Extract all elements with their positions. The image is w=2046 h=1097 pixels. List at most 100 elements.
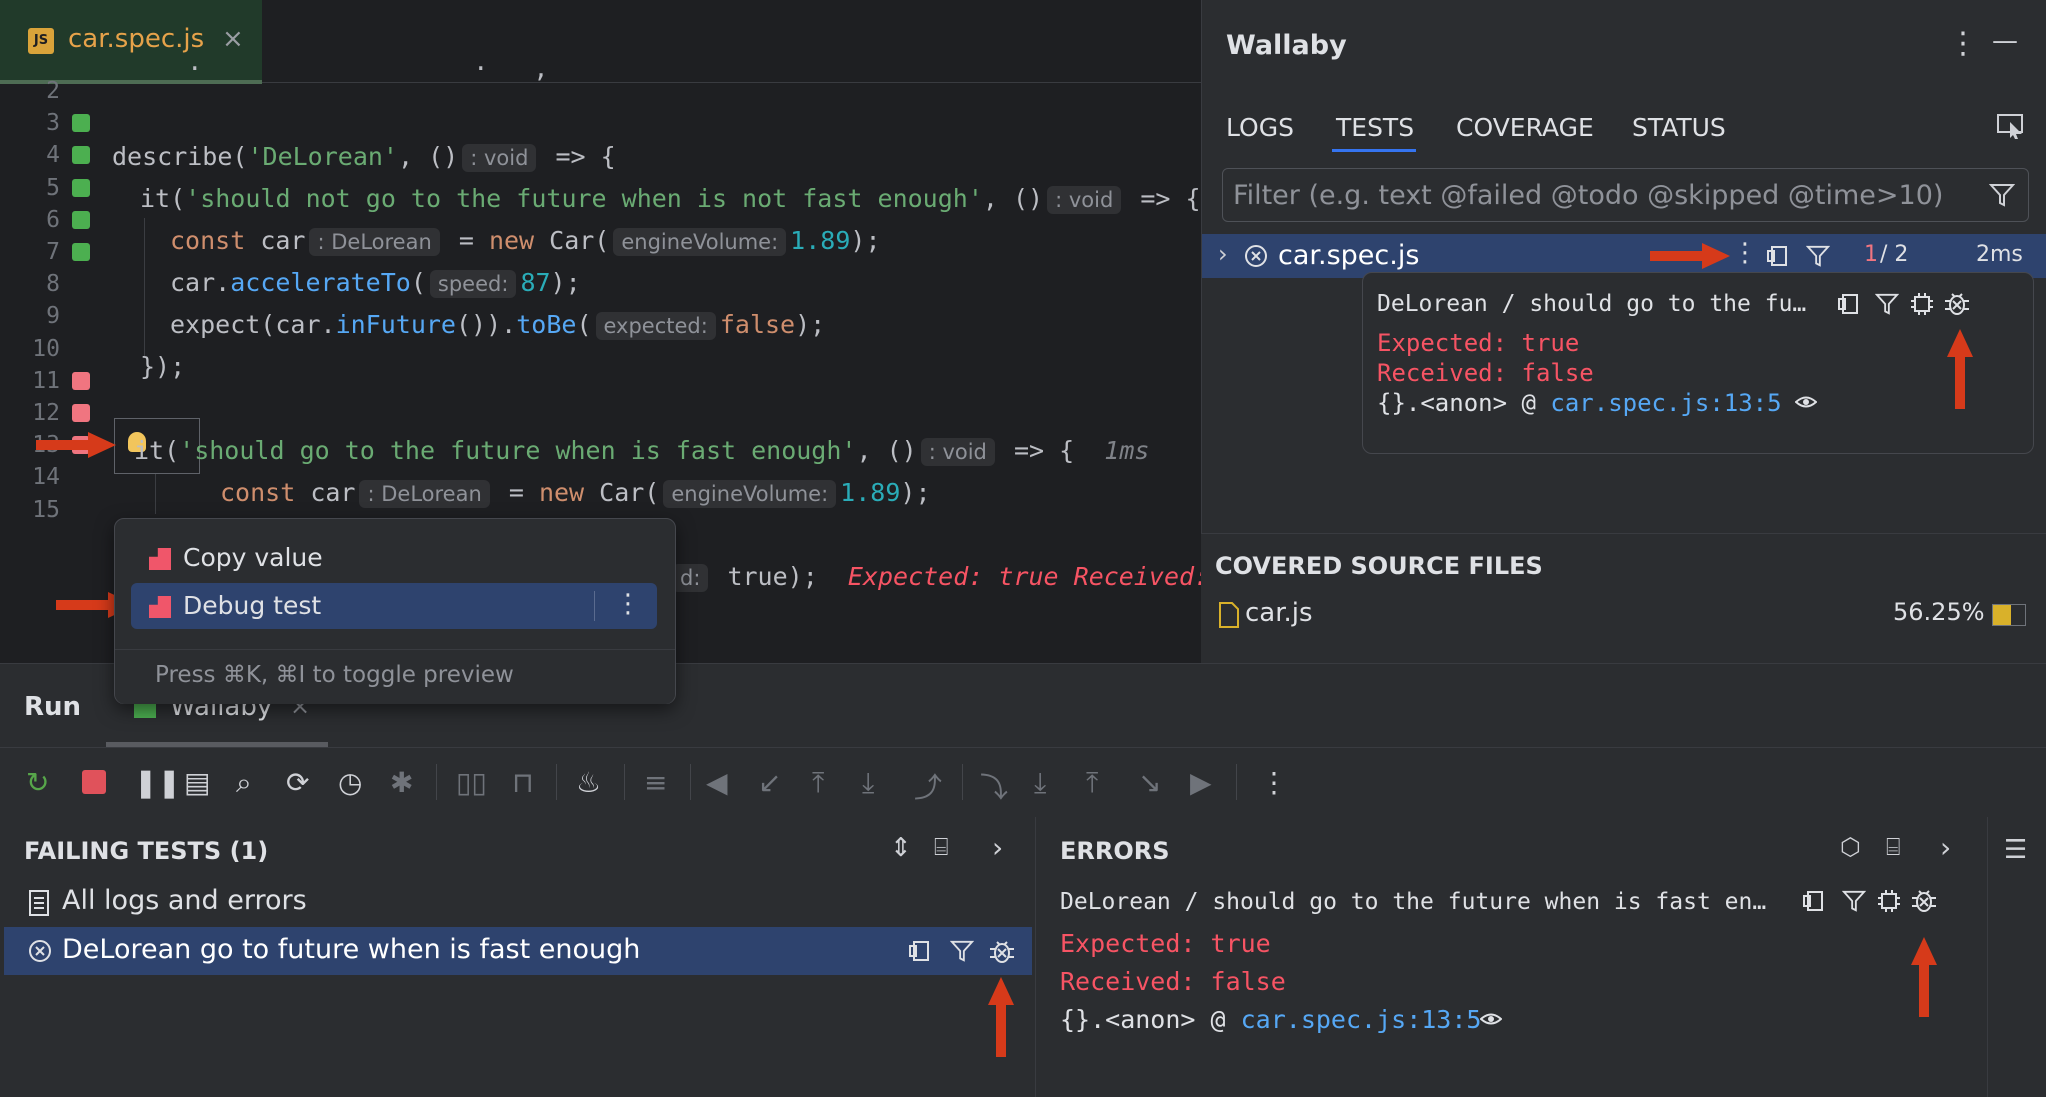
expected-value: Expected: true — [1377, 329, 1580, 357]
search-icon[interactable]: ⌕ — [236, 766, 252, 800]
pause-icon[interactable]: ❚❚ — [134, 766, 181, 799]
step-out-icon[interactable]: ⤴ — [914, 766, 942, 806]
test-detail-popover: DeLorean / should go to the fu… Expected… — [1362, 272, 2034, 454]
filter-icon[interactable] — [1875, 292, 1899, 316]
run-toolbar: ↻ ❚❚ ▤ ⌕ ⟳ ◷ ✱ ▯▯ ⊓ ♨ ≡ ◀ ↙ ⤒ ⤓ ⤴ ⤵ ⤓ ⤒ … — [0, 747, 2046, 819]
line-number: 2 — [46, 78, 60, 104]
cube-icon[interactable]: ⬡ — [1840, 833, 1861, 861]
map-icon[interactable]: ⌸ — [934, 833, 948, 861]
step-up-icon[interactable]: ⤒ — [812, 766, 824, 800]
tab-logs[interactable]: LOGS — [1226, 113, 1294, 142]
stack-location-link[interactable]: car.spec.js:13:5 — [1550, 389, 1781, 417]
tab-tests[interactable]: TESTS — [1336, 113, 1414, 142]
expand-icon[interactable]: ⇕ — [890, 833, 912, 863]
more-options-icon[interactable]: ⋮ — [1732, 238, 1758, 268]
copy-icon[interactable] — [908, 938, 934, 964]
code-line-5[interactable]: const car: DeLorean = new Car(engineVolu… — [170, 226, 881, 256]
book-icon[interactable]: ▯▯ — [456, 766, 487, 799]
annotation-arrow-right — [36, 432, 116, 458]
test-duration: 2ms — [1976, 242, 2023, 267]
eye-icon[interactable] — [1795, 393, 1817, 411]
cpu-icon[interactable] — [1876, 888, 1902, 914]
code-line-10[interactable]: it('should go to the future when is fast… — [134, 436, 1149, 466]
code-line-3[interactable]: describe('DeLorean', (): void => { — [112, 142, 616, 172]
all-logs-item[interactable]: All logs and errors — [62, 885, 307, 916]
chevron-right-icon[interactable]: › — [1940, 831, 1951, 864]
debug-test-menu-item[interactable]: Debug test ⋮ — [131, 583, 657, 629]
coverage-fail-marker[interactable] — [72, 404, 90, 422]
step-into-icon[interactable]: ⤓ — [862, 766, 874, 800]
divider — [556, 764, 557, 800]
minimize-icon[interactable]: — — [1992, 26, 2018, 56]
failed-status-icon — [1245, 245, 1267, 267]
code-line-7[interactable]: expect(car.inFuture()).toBe(expected: fal… — [170, 310, 825, 340]
coverage-bar — [1992, 604, 2026, 626]
list-icon[interactable]: ≡ — [644, 766, 667, 799]
panel-menu-icon[interactable]: ⋮ — [1948, 26, 1978, 61]
copy-value-menu-item[interactable]: Copy value — [131, 535, 657, 581]
chevron-right-icon[interactable]: › — [992, 831, 1003, 864]
step-forward-icon[interactable]: ▶ — [1190, 766, 1212, 799]
copy-icon[interactable] — [1837, 291, 1863, 317]
test-filter-input[interactable] — [1231, 175, 1975, 215]
debug-bug-icon[interactable] — [1943, 289, 1971, 317]
map-icon[interactable]: ⌸ — [1886, 833, 1900, 861]
filter-icon[interactable] — [1989, 182, 2015, 208]
sync-icon[interactable]: ⟳ — [286, 766, 309, 799]
code-line-6[interactable]: car.accelerateTo(speed: 87); — [170, 268, 581, 298]
covered-file-name[interactable]: car.js — [1245, 598, 1313, 628]
cpu-icon[interactable] — [1909, 291, 1935, 317]
tab-status[interactable]: STATUS — [1632, 113, 1726, 142]
chevron-right-icon[interactable]: › — [1218, 240, 1228, 268]
code-line-4[interactable]: it('should not go to the future when is … — [140, 184, 1201, 214]
tab-file-name: car.spec.js — [68, 24, 205, 54]
failing-test-row[interactable]: DeLorean go to future when is fast enoug… — [4, 927, 1032, 975]
step-over-icon[interactable]: ⤵ — [980, 766, 1008, 806]
window-icon[interactable]: ▤ — [184, 766, 210, 799]
filter-icon[interactable] — [1842, 889, 1866, 913]
tab-coverage[interactable]: COVERAGE — [1456, 113, 1594, 142]
run-title: Run — [24, 692, 82, 722]
param-hint: engineVolume: — [663, 480, 837, 508]
code-line-11[interactable]: const car: DeLorean = new Car(engineVolu… — [220, 478, 931, 508]
eye-icon[interactable] — [1480, 1010, 1502, 1028]
filter-icon[interactable] — [1806, 244, 1830, 268]
run-to-cursor-icon[interactable]: ↘ — [1138, 766, 1161, 799]
unlock-icon[interactable]: ⊓ — [512, 766, 534, 799]
rerun-icon[interactable]: ↻ — [26, 766, 49, 799]
debug-bug-icon[interactable] — [1910, 886, 1938, 914]
step-out-back-icon[interactable]: ↙ — [758, 766, 781, 799]
copy-icon[interactable] — [1766, 243, 1792, 269]
open-in-browser-icon[interactable] — [1996, 112, 2026, 140]
close-tab-icon[interactable]: × — [222, 24, 244, 54]
code-line-8[interactable]: }); — [140, 352, 185, 381]
coverage-pass-marker[interactable] — [72, 146, 90, 165]
filter-icon[interactable] — [950, 939, 974, 963]
step-up-icon[interactable]: ⤒ — [1086, 766, 1098, 800]
more-options-icon[interactable]: ⋮ — [1260, 766, 1288, 799]
step-down-icon[interactable]: ⤓ — [1034, 766, 1046, 800]
coverage-fail-marker[interactable] — [72, 371, 90, 390]
more-options-icon[interactable]: ⋮ — [615, 589, 641, 619]
type-hint: : DeLorean — [309, 228, 440, 256]
coverage-pass-marker[interactable] — [72, 114, 90, 133]
errors-title: ERRORS — [1060, 837, 1170, 865]
history-icon[interactable]: ◷ — [338, 766, 362, 799]
coverage-pass-marker[interactable] — [72, 243, 90, 261]
step-back-icon[interactable]: ◀ — [706, 766, 728, 799]
test-filter-box[interactable] — [1222, 168, 2029, 222]
structure-icon[interactable]: ☰ — [2004, 835, 2027, 865]
coverage-pass-marker[interactable] — [72, 210, 90, 229]
coverage-pass-marker[interactable] — [72, 178, 90, 197]
coverage-percent: 56.25% — [1893, 598, 1985, 626]
debug-bug-icon[interactable]: ✱ — [390, 766, 413, 799]
stack-location-link[interactable]: car.spec.js:13:5 — [1241, 1005, 1482, 1034]
code-line-13[interactable]: d: true); Expected: true Received: fa — [668, 562, 1201, 592]
stack-frame: {}.<anon> @ car.spec.js:13:5 — [1377, 389, 1782, 417]
log-file-icon — [29, 890, 49, 916]
stop-icon[interactable] — [82, 770, 106, 794]
copy-icon[interactable] — [1802, 888, 1828, 914]
flame-icon[interactable]: ♨ — [576, 766, 601, 799]
annotation-arrow-up — [988, 977, 1014, 1057]
debug-bug-icon[interactable] — [988, 937, 1016, 965]
